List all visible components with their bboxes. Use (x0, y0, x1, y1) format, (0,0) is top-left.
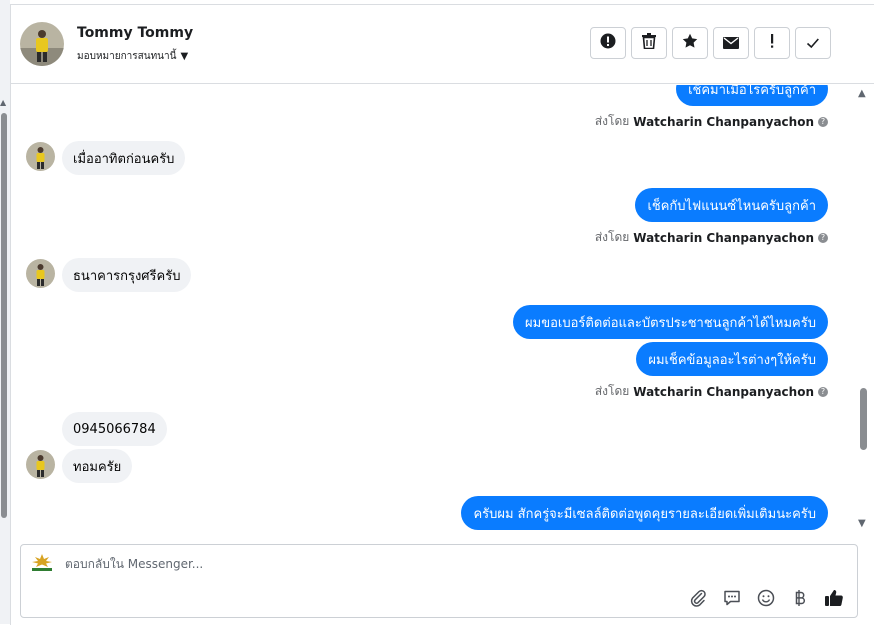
caret-down-icon: ▼ (180, 51, 189, 62)
sender-name: Watcharin Chanpanyachon (633, 230, 814, 245)
conversation-toolbar (590, 27, 831, 59)
left-scrollbar-thumb[interactable] (1, 113, 7, 518)
assign-label: มอบหมายการสนทนานี้ (77, 51, 177, 62)
sent-by-prefix: ส่งโดย (594, 384, 630, 398)
outgoing-message[interactable]: ครับผม สักครู่จะมีเซลล์ติดต่อพูดคุยรายละ… (461, 496, 828, 530)
contact-avatar-small[interactable] (26, 259, 55, 288)
composer-actions (687, 587, 845, 609)
sent-by-prefix: ส่งโดย (594, 114, 630, 128)
exclamation-icon (769, 33, 775, 53)
sent-by-prefix: ส่งโดย (594, 230, 630, 244)
question-icon[interactable]: ? (818, 116, 828, 127)
outgoing-message[interactable]: ผมขอเบอร์ติดต่อและบัตรประชาชนลูกค้าได้ไห… (513, 305, 828, 339)
scroll-down-arrow-icon[interactable]: ▼ (858, 518, 866, 529)
scroll-up-arrow-icon[interactable]: ▲ (858, 88, 866, 99)
contact-avatar-small[interactable] (26, 450, 55, 479)
trash-icon (642, 33, 656, 53)
incoming-message[interactable]: ธนาคารกรุงศรีครับ (62, 258, 192, 292)
outgoing-message[interactable]: เช็คมาเมื่อไรครับลูกค้า (676, 85, 828, 106)
star-button[interactable] (672, 27, 708, 59)
checkmark-icon (806, 34, 820, 53)
contact-avatar-small[interactable] (26, 142, 55, 171)
sender-name: Watcharin Chanpanyachon (633, 114, 814, 129)
mark-unread-button[interactable] (713, 27, 749, 59)
question-icon[interactable]: ? (818, 386, 828, 397)
thumbs-up-icon[interactable] (823, 587, 845, 609)
exclamation-circle-icon (600, 33, 616, 53)
incoming-message[interactable]: ทอมครัย (62, 449, 133, 483)
sent-by-line: ส่งโดย Watcharin Chanpanyachon ? (595, 382, 828, 401)
star-icon (682, 33, 698, 53)
emoji-icon[interactable] (755, 587, 777, 609)
conversation-header: Tommy Tommy มอบหมายการสนทนานี้ ▼ (10, 4, 874, 84)
delete-button[interactable] (631, 27, 667, 59)
incoming-message[interactable]: เมื่ออาทิตก่อนครับ (62, 141, 186, 175)
envelope-icon (723, 34, 739, 53)
outgoing-message[interactable]: ผมเช็คข้อมูลอะไรต่างๆให้ครับ (636, 342, 828, 376)
saved-reply-icon[interactable] (721, 587, 743, 609)
done-button[interactable] (795, 27, 831, 59)
reply-input[interactable] (65, 557, 665, 571)
outgoing-message[interactable]: เช็คกับไฟแนนซ์ไหนครับลูกค้า (635, 188, 828, 222)
contact-name: Tommy Tommy (77, 25, 194, 41)
sent-by-line: ส่งโดย Watcharin Chanpanyachon ? (595, 112, 828, 131)
baht-icon[interactable] (789, 587, 811, 609)
question-icon[interactable]: ? (818, 232, 828, 243)
paperclip-icon[interactable] (687, 587, 709, 609)
contact-avatar[interactable] (20, 22, 64, 66)
thread-scrollbar-thumb[interactable] (860, 388, 867, 450)
sender-name: Watcharin Chanpanyachon (633, 384, 814, 399)
assign-conversation-dropdown[interactable]: มอบหมายการสนทนานี้ ▼ (77, 49, 188, 64)
sent-by-line: ส่งโดย Watcharin Chanpanyachon ? (595, 228, 828, 247)
left-scroll-up-arrow-icon[interactable]: ▲ (0, 98, 6, 107)
message-thread: เช็คมาเมื่อไรครับลูกค้า ส่งโดย Watcharin… (10, 85, 858, 535)
page-logo-icon (29, 553, 55, 573)
flag-button[interactable] (754, 27, 790, 59)
incoming-message[interactable]: 0945066784 (62, 412, 167, 446)
spam-button[interactable] (590, 27, 626, 59)
reply-composer (20, 544, 858, 618)
